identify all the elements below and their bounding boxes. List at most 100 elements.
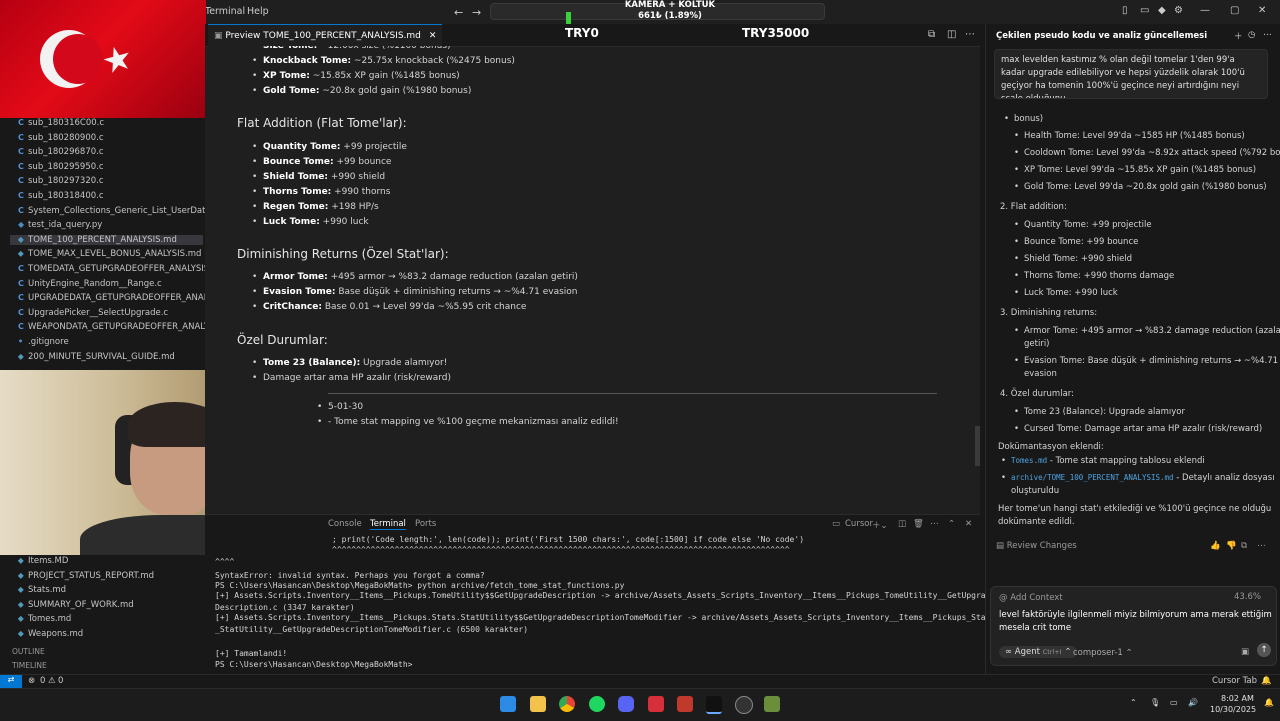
file-item[interactable]: ⬥ Weapons.md [18, 629, 83, 639]
file-item[interactable]: C System_Collections_Generic_List_UserDat… [18, 206, 228, 216]
split-editor-icon[interactable]: ◫ [947, 29, 956, 40]
steam-icon[interactable] [735, 696, 753, 714]
model-dropdown[interactable]: composer-1 ⌃ [1073, 648, 1133, 658]
bell-icon[interactable]: 🔔 [1261, 676, 1272, 686]
clock-date[interactable]: 10/30/2025 [1210, 705, 1256, 714]
toggle-panel-icon[interactable]: ▭ [1140, 5, 1149, 16]
app-stripes-icon[interactable] [677, 696, 693, 712]
timeline-section[interactable]: TIMELINE [12, 661, 47, 670]
tomes-file-link[interactable]: Tomes.md [1011, 456, 1047, 465]
warning-icon[interactable]: ⚠ [48, 676, 56, 686]
file-item[interactable]: ⬥ Stats.md [18, 585, 66, 595]
send-icon[interactable]: ↑ [1257, 643, 1271, 657]
notification-icon[interactable]: 🔔 [1264, 698, 1274, 707]
split-terminal-icon[interactable]: ◫ [898, 519, 906, 529]
tab-close-icon[interactable]: ✕ [429, 31, 437, 41]
windows-start-icon[interactable] [500, 696, 516, 712]
item-value: ~20.8x gold gain (%1980 bonus) [319, 86, 472, 96]
file-item[interactable]: ⬥ SUMMARY_OF_WORK.md [18, 600, 134, 610]
file-item[interactable]: Csub_180296870.c [18, 147, 104, 157]
file-item[interactable]: Csub_180318400.c [18, 191, 104, 201]
new-chat-icon[interactable]: ＋ [1234, 30, 1243, 42]
file-item[interactable]: ◆ test_ida_query.py [18, 220, 102, 230]
analysis-file-link[interactable]: archive/TOME_100_PERCENT_ANALYSIS.md [1011, 473, 1174, 482]
display-icon[interactable]: ▭ [1170, 698, 1178, 707]
thumbs-up-icon[interactable]: 👍 [1210, 541, 1221, 551]
maximize-icon[interactable]: ▢ [1230, 5, 1239, 16]
file-item[interactable]: ⬥ 200_MINUTE_SURVIVAL_GUIDE.md [18, 352, 175, 362]
file-item[interactable]: C WEAPONDATA_GETUPGRADEOFFER_ANALY... [18, 322, 215, 332]
thumbs-down-icon[interactable]: 👎 [1226, 541, 1237, 551]
file-item[interactable]: Csub_180295950.c [18, 162, 104, 172]
file-item[interactable]: Csub_180280900.c [18, 133, 104, 143]
file-item[interactable]: C UPGRADEDATA_GETUPGRADEOFFER_ANAL... [18, 293, 217, 303]
file-item[interactable]: ⬥ TOME_100_PERCENT_ANALYSIS.md [10, 234, 203, 245]
tab-ports[interactable]: Ports [415, 519, 436, 529]
open-source-icon[interactable]: ⧉ [928, 29, 935, 40]
file-item[interactable]: Csub_180316C00.c [18, 118, 104, 128]
agent-mode-dropdown[interactable]: ∞ Agent Ctrl+I ⌃ [999, 646, 1078, 658]
maximize-panel-icon[interactable]: ⌃ [948, 519, 955, 529]
error-icon[interactable]: ⊗ [28, 676, 35, 686]
tab-preview-analysis[interactable]: ▣ Preview TOME_100_PERCENT_ANALYSIS.md ✕ [208, 24, 443, 47]
tab-terminal[interactable]: Terminal [370, 519, 406, 530]
file-item[interactable]: Csub_180297320.c [18, 176, 104, 186]
file-name: TOMEDATA_GETUPGRADEOFFER_ANALYSIS... [28, 264, 218, 274]
extension-icon[interactable]: ◆ [1158, 5, 1166, 16]
response-more-icon[interactable]: ⋯ [1257, 541, 1266, 551]
game-icon[interactable] [764, 696, 780, 712]
chat-more-icon[interactable]: ⋯ [1263, 30, 1272, 40]
app-red-icon[interactable] [648, 696, 664, 712]
tray-chevron-icon[interactable]: ⌃ [1130, 698, 1137, 707]
minimize-icon[interactable]: — [1200, 5, 1210, 16]
review-changes-button[interactable]: ▤ Review Changes [996, 541, 1077, 551]
error-count[interactable]: 0 [40, 676, 45, 686]
gear-icon[interactable]: ⚙ [1174, 5, 1183, 16]
explorer-sections: OUTLINE TIMELINE [0, 645, 205, 673]
file-item[interactable]: ⬥ TOME_MAX_LEVEL_BONUS_ANALYSIS.md [18, 249, 201, 259]
toggle-sidebar-icon[interactable]: ▯ [1122, 5, 1128, 16]
tab-console[interactable]: Console [328, 519, 362, 529]
spotify-icon[interactable] [589, 696, 605, 712]
speaker-icon[interactable]: 🔊 [1188, 698, 1198, 707]
add-terminal-icon[interactable]: ＋⌄ [872, 519, 888, 531]
remote-icon[interactable]: ⇄ [0, 675, 22, 689]
microphone-icon[interactable]: 🎙 [1150, 698, 1160, 707]
cursor-tab-status[interactable]: Cursor Tab [1212, 676, 1257, 686]
file-item[interactable]: ⬥ Items.MD [18, 556, 68, 566]
file-item[interactable]: • .gitignore [18, 337, 69, 347]
user-message[interactable]: max levelden kastımız % olan değil tomel… [994, 49, 1268, 99]
clock-time[interactable]: 8:02 AM [1221, 694, 1254, 703]
menu-help[interactable]: Help [247, 6, 269, 17]
copy-icon[interactable]: ⧉ [1241, 541, 1247, 551]
image-icon[interactable]: ▣ [1241, 647, 1249, 657]
file-item[interactable]: C TOMEDATA_GETUPGRADEOFFER_ANALYSIS... [18, 264, 217, 274]
scrollbar[interactable] [975, 426, 980, 466]
terminal-profile-label[interactable]: Cursor [845, 519, 873, 529]
file-item[interactable]: C UnityEngine_Random__Range.c [18, 279, 162, 289]
chrome-icon[interactable] [559, 696, 575, 712]
chat-input-line-2[interactable]: mesela crit tome [999, 623, 1071, 633]
chat-response-line: bonus) [1004, 114, 1043, 124]
trash-icon[interactable]: 🗑 [913, 519, 924, 529]
file-item[interactable]: ⬥ Tomes.md [18, 614, 71, 624]
more-actions-icon[interactable]: ⋯ [965, 29, 975, 40]
close-icon[interactable]: ✕ [1258, 5, 1266, 16]
discord-icon[interactable] [618, 696, 634, 712]
back-arrow-icon[interactable]: ← [454, 6, 463, 19]
file-item[interactable]: C UpgradePicker__SelectUpgrade.c [18, 308, 168, 318]
history-icon[interactable]: ◷ [1248, 30, 1255, 40]
file-explorer-icon[interactable] [530, 696, 546, 712]
outline-section[interactable]: OUTLINE [12, 647, 45, 656]
menu-terminal[interactable]: Terminal [205, 6, 245, 17]
warning-count[interactable]: 0 [58, 676, 63, 686]
cursor-editor-icon[interactable] [706, 696, 722, 714]
more-icon[interactable]: ⋯ [930, 519, 939, 529]
chat-input-line-1[interactable]: level faktörüyle ilgilenmeli miyiz bilmi… [999, 610, 1272, 620]
file-item[interactable]: ⬥ PROJECT_STATUS_REPORT.md [18, 571, 154, 581]
file-name: test_ida_query.py [28, 220, 103, 231]
forward-arrow-icon[interactable]: → [472, 6, 481, 19]
close-panel-icon[interactable]: ✕ [965, 519, 972, 529]
chat-input-box[interactable]: @ Add Context 43.6% level faktörüyle ilg… [990, 586, 1277, 666]
add-context-button[interactable]: @ Add Context [999, 593, 1063, 603]
